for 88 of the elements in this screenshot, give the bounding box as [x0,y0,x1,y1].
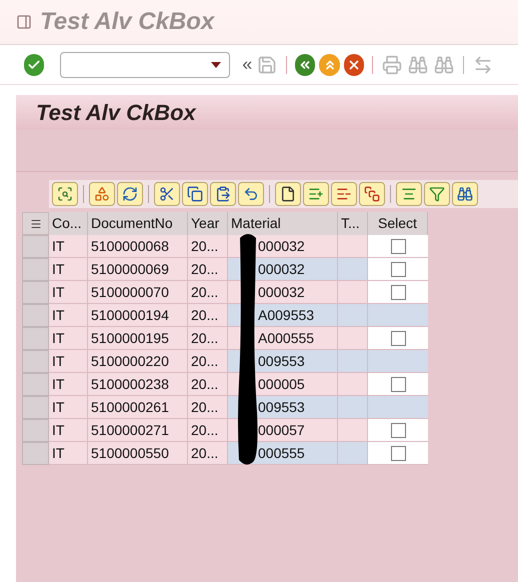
confirm-button[interactable] [24,54,44,76]
scissors-icon [159,186,175,202]
table-cell: 20... [188,304,228,327]
cancel-button[interactable] [344,54,364,76]
panel-title: Test Alv CkBox [36,99,196,127]
table-cell: 20... [188,396,228,419]
table-cell: 5100000261 [88,396,188,419]
table-cell: IT [49,281,88,304]
checkbox[interactable] [390,284,406,300]
stack-icon [364,186,380,202]
align-icon [401,186,417,202]
window-title: Test Alv CkBox [40,7,214,37]
cross-icon [346,58,361,72]
checkbox[interactable] [390,262,406,276]
back-button[interactable] [295,54,316,76]
column-header[interactable]: Material [228,212,338,235]
dropdown-icon [211,62,222,68]
layout-button[interactable] [22,212,49,235]
command-field[interactable] [60,52,230,78]
checkbox[interactable] [390,446,406,460]
refresh-icon [122,186,138,202]
table-cell: 5100000069 [88,258,188,281]
checkbox[interactable] [390,330,406,346]
copy-button[interactable] [182,182,208,206]
exit-button[interactable] [319,54,340,76]
table-cell: IT [49,258,88,281]
column-header[interactable]: T... [338,212,368,235]
clipboard-icon [215,186,231,202]
list-icon [30,218,42,230]
column-header[interactable]: Co... [49,212,88,235]
copy-row-button[interactable] [359,182,385,206]
list-plus-icon [308,186,324,202]
table-cell: IT [49,396,88,419]
menu-icon[interactable] [16,14,32,30]
list-minus-icon [336,186,352,202]
shapes-button[interactable] [89,182,115,206]
new-button[interactable] [275,182,301,206]
table-cell [338,396,368,419]
table-cell: 5100000195 [88,327,188,350]
magnifier-icon [57,186,73,202]
table-cell: 20... [188,373,228,396]
table-cell: 5100000238 [88,373,188,396]
table-cell: 20... [188,442,228,465]
find-button[interactable] [452,182,478,206]
table-cell: 5100000194 [88,304,188,327]
filter-button[interactable] [424,182,450,206]
table-cell: 5100000271 [88,419,188,442]
column-header[interactable]: Select [368,212,428,235]
table-cell: IT [49,235,88,258]
shapes-icon [94,186,110,202]
expand-button[interactable]: « [242,51,252,78]
details-button[interactable] [52,182,78,206]
table-cell: IT [49,327,88,350]
binoculars-icon [457,186,473,202]
table-cell: 20... [188,281,228,304]
table-cell: IT [49,419,88,442]
check-icon [27,58,42,72]
paste-button[interactable] [210,182,236,206]
table-cell: IT [49,350,88,373]
table-cell [338,350,368,373]
table-cell: 20... [188,327,228,350]
table-cell: 20... [188,258,228,281]
column-header[interactable]: DocumentNo [88,212,188,235]
refresh-button[interactable] [117,182,143,206]
table-cell: 20... [188,419,228,442]
column-header[interactable]: Year [188,212,228,235]
table-cell: 20... [188,235,228,258]
table-cell: 20... [188,350,228,373]
undo-icon [243,186,259,202]
sort-button[interactable] [396,182,422,206]
insert-row-button[interactable] [303,182,329,206]
cut-button[interactable] [154,182,180,206]
checkbox[interactable] [390,376,406,392]
table-cell: IT [49,373,88,396]
table-cell: IT [49,442,88,465]
checkbox[interactable] [390,422,406,438]
page-icon [280,186,296,202]
table-cell [338,304,368,327]
checkbox[interactable] [390,238,406,254]
table-cell: 5100000550 [88,442,188,465]
copy-icon [187,186,203,202]
undo-button[interactable] [238,182,264,206]
table-cell: 5100000220 [88,350,188,373]
table-cell: 5100000070 [88,281,188,304]
filter-icon [429,186,445,202]
table-cell: IT [49,304,88,327]
table-cell: 5100000068 [88,235,188,258]
delete-row-button[interactable] [331,182,357,206]
